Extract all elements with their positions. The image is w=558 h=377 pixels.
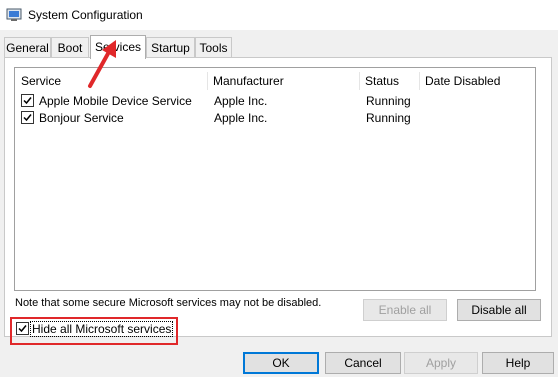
column-header-status[interactable]: Status (360, 72, 420, 90)
service-checkbox[interactable] (21, 111, 34, 124)
service-name: Apple Mobile Device Service (39, 94, 192, 108)
column-header-manufacturer[interactable]: Manufacturer (208, 72, 360, 90)
secure-services-note: Note that some secure Microsoft services… (15, 297, 322, 309)
service-manufacturer: Apple Inc. (214, 111, 268, 125)
tab-general[interactable]: General (4, 37, 51, 57)
tab-tools[interactable]: Tools (195, 37, 232, 57)
cancel-button[interactable]: Cancel (325, 352, 401, 374)
apply-button[interactable]: Apply (404, 352, 478, 374)
column-header-date-disabled[interactable]: Date Disabled (420, 72, 534, 90)
enable-all-button[interactable]: Enable all (363, 299, 447, 321)
arrow-annotation-icon (88, 40, 116, 88)
window-title: System Configuration (28, 8, 143, 22)
tab-startup[interactable]: Startup (146, 37, 195, 57)
title-bar: System Configuration (0, 0, 558, 30)
service-manufacturer: Apple Inc. (214, 94, 268, 108)
service-status: Running (366, 111, 411, 125)
ok-button[interactable]: OK (243, 352, 319, 374)
service-name: Bonjour Service (39, 111, 124, 125)
service-checkbox[interactable] (21, 94, 34, 107)
disable-all-button[interactable]: Disable all (457, 299, 541, 321)
hide-microsoft-services-label[interactable]: Hide all Microsoft services (30, 321, 174, 337)
help-button[interactable]: Help (482, 352, 554, 374)
msconfig-icon (6, 7, 22, 23)
hide-microsoft-services-checkbox[interactable] (16, 322, 29, 335)
service-status: Running (366, 94, 411, 108)
